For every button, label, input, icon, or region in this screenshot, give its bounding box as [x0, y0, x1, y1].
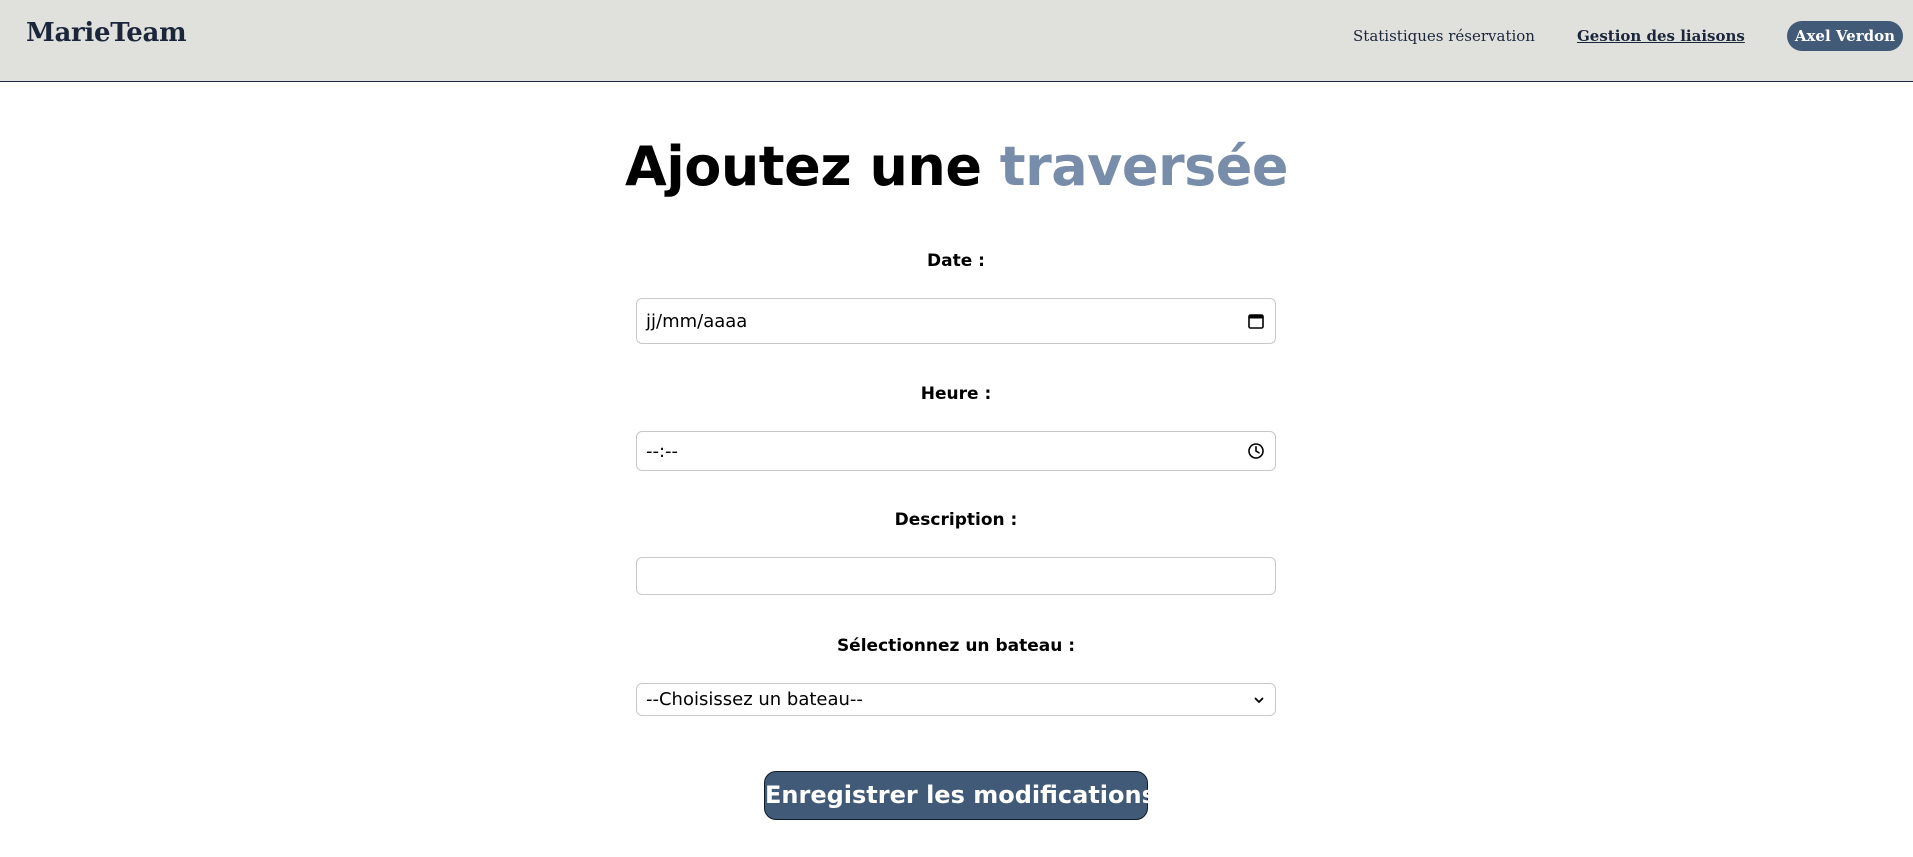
- nav-link-links-management[interactable]: Gestion des liaisons: [1577, 27, 1745, 45]
- page-title-accent: traversée: [999, 135, 1289, 198]
- boat-select[interactable]: --Choisissez un bateau--: [636, 683, 1276, 716]
- date-label: Date :: [927, 251, 985, 271]
- main-nav: Statistiques réservation Gestion des lia…: [1353, 20, 1903, 52]
- description-label: Description :: [894, 510, 1018, 530]
- clock-icon[interactable]: [1247, 442, 1265, 460]
- save-changes-button[interactable]: Enregistrer les modifications: [764, 771, 1156, 820]
- page-title: Ajoutez une traversée: [0, 133, 1913, 201]
- hour-input-placeholder: --:--: [646, 440, 679, 462]
- boat-select-value: --Choisissez un bateau--: [646, 689, 863, 710]
- nav-link-statistics[interactable]: Statistiques réservation: [1353, 27, 1535, 45]
- hour-input[interactable]: --:--: [636, 431, 1276, 471]
- chevron-down-icon: [1254, 697, 1264, 703]
- top-navbar: MarieTeam Statistiques réservation Gesti…: [0, 0, 1913, 82]
- description-input[interactable]: [636, 557, 1276, 595]
- brand-logo[interactable]: MarieTeam: [26, 18, 187, 48]
- calendar-icon[interactable]: [1247, 312, 1265, 330]
- page-title-main: Ajoutez une: [624, 135, 982, 198]
- date-input[interactable]: jj/mm/aaaa: [636, 298, 1276, 344]
- date-input-placeholder: jj/mm/aaaa: [646, 310, 748, 332]
- hour-label: Heure :: [920, 384, 992, 404]
- boat-label: Sélectionnez un bateau :: [836, 636, 1076, 656]
- user-account-button[interactable]: Axel Verdon: [1786, 21, 1903, 51]
